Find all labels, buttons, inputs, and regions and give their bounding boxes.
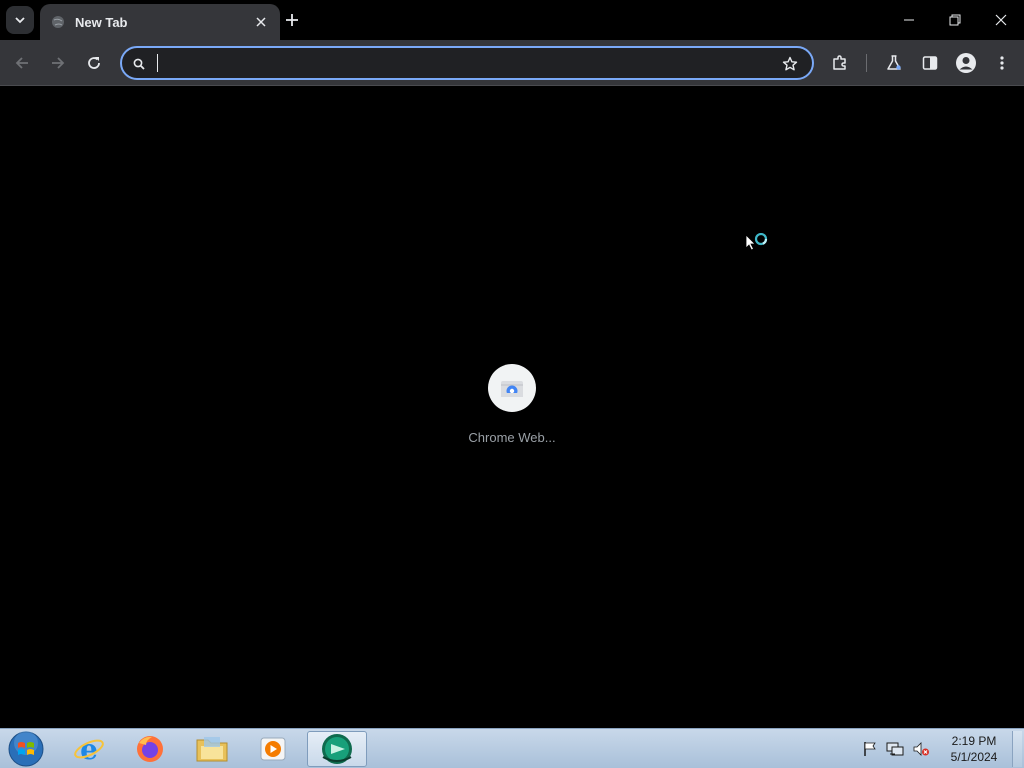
taskbar-app-firefox[interactable] — [121, 731, 179, 767]
side-panel-icon — [922, 56, 938, 70]
side-panel-button[interactable] — [918, 51, 942, 75]
screen: New Tab Chrome Web... e 2:19 PM 5/1/2024 — [0, 0, 1024, 768]
start-button[interactable] — [6, 730, 46, 768]
extensions-button[interactable] — [828, 51, 852, 75]
address-bar[interactable] — [120, 46, 814, 80]
search-icon — [131, 56, 147, 72]
folder-icon — [196, 737, 228, 762]
arrow-right-icon — [52, 57, 65, 69]
close-window-button[interactable] — [978, 0, 1024, 40]
tab-new-tab[interactable]: New Tab — [40, 4, 280, 40]
chevron-down-icon — [15, 17, 25, 24]
shortcut-tile[interactable]: Chrome Web... — [458, 364, 566, 450]
clock[interactable]: 2:19 PM 5/1/2024 — [942, 733, 1006, 765]
taskbar-app-media-player[interactable] — [244, 731, 302, 767]
chrome-labs-button[interactable] — [882, 51, 906, 75]
avatar-icon — [956, 53, 976, 73]
plus-icon — [286, 14, 298, 26]
network-icon[interactable] — [886, 741, 904, 757]
action-center-flag-icon[interactable] — [862, 741, 878, 757]
taskbar-app-file-explorer[interactable] — [183, 731, 241, 767]
menu-button[interactable] — [990, 51, 1014, 75]
puzzle-piece-icon — [833, 55, 846, 70]
globe-icon — [50, 14, 66, 30]
new-tab-page: Chrome Web... — [0, 87, 1024, 728]
kebab-menu-icon — [1000, 56, 1004, 70]
system-tray — [862, 739, 938, 759]
restore-icon — [949, 14, 961, 26]
text-caret — [157, 54, 158, 72]
restore-button[interactable] — [932, 0, 978, 40]
windows-orb-icon — [8, 731, 44, 767]
clock-date: 5/1/2024 — [950, 750, 998, 764]
close-tab-icon[interactable] — [252, 13, 270, 31]
taskbar-app-internet-explorer[interactable]: e — [60, 731, 118, 767]
bookmark-star-icon[interactable] — [780, 54, 800, 74]
address-input[interactable] — [156, 52, 766, 74]
browser-toolbar — [0, 40, 1024, 86]
svg-text:e: e — [80, 733, 98, 765]
internet-explorer-icon: e — [74, 733, 104, 765]
volume-muted-icon[interactable] — [912, 741, 930, 757]
app-icon — [322, 734, 352, 764]
minimize-button[interactable] — [886, 0, 932, 40]
reload-button[interactable] — [82, 51, 106, 75]
flask-icon — [887, 55, 901, 70]
busy-cursor-icon — [745, 233, 768, 251]
arrow-left-icon — [15, 57, 28, 69]
minimize-icon — [904, 19, 914, 21]
toolbar-separator — [866, 54, 867, 72]
tab-search-button[interactable] — [6, 6, 34, 34]
tab-title: New Tab — [75, 14, 128, 30]
taskbar: e 2:19 PM 5/1/2024 — [0, 728, 1024, 768]
web-store-icon — [501, 381, 523, 397]
clock-time: 2:19 PM — [951, 734, 997, 748]
profile-button[interactable] — [954, 51, 978, 75]
tab-strip: New Tab — [0, 0, 1024, 40]
close-icon — [995, 14, 1007, 26]
firefox-icon — [137, 736, 163, 762]
shortcut-label: Chrome Web... — [468, 430, 556, 445]
show-desktop-button[interactable] — [1012, 731, 1022, 767]
media-player-icon — [260, 737, 286, 761]
new-tab-button[interactable] — [280, 8, 304, 32]
back-button[interactable] — [10, 51, 34, 75]
taskbar-app-active[interactable] — [307, 731, 367, 767]
shortcut-icon — [488, 364, 536, 412]
forward-button[interactable] — [46, 51, 70, 75]
reload-icon — [88, 57, 100, 69]
